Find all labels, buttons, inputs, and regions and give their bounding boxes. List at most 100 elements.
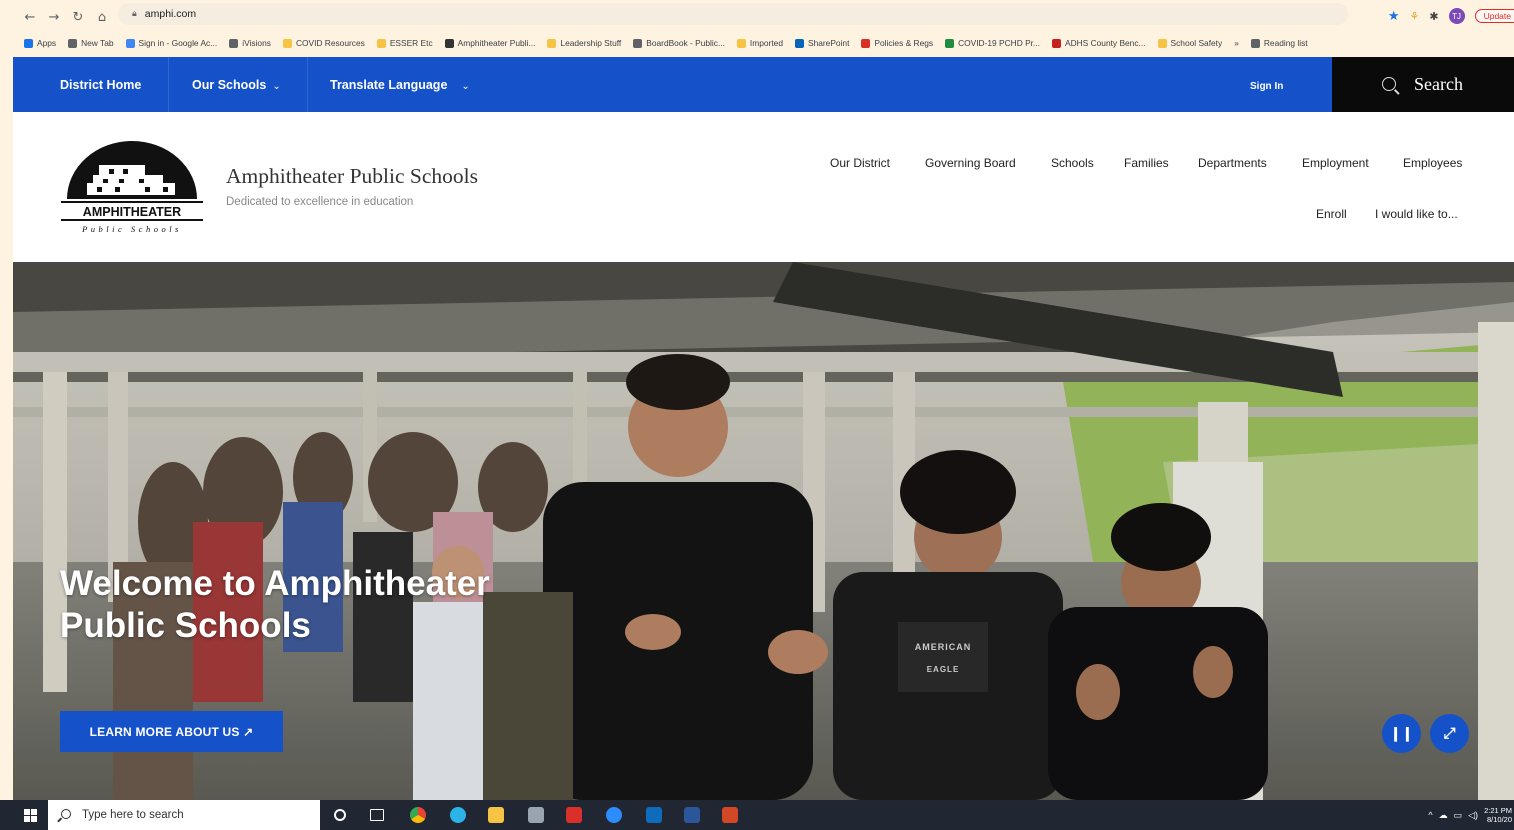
edge-icon[interactable] bbox=[450, 807, 466, 823]
acrobat-icon[interactable] bbox=[566, 807, 582, 823]
search-label: Search bbox=[1414, 74, 1463, 94]
translate-label: Translate Language bbox=[330, 78, 448, 92]
expand-icon: ⤢ bbox=[1443, 725, 1456, 742]
task-view-icon[interactable] bbox=[370, 809, 384, 821]
bookmark-item[interactable]: COVID Resources bbox=[282, 38, 365, 48]
lock-icon: 🔒︎ bbox=[132, 9, 137, 19]
file-explorer-icon[interactable] bbox=[488, 807, 504, 823]
cortana-icon[interactable] bbox=[334, 809, 346, 821]
bookmark-icon bbox=[282, 38, 292, 48]
translate-dropdown[interactable]: Translate Language ⌄ bbox=[330, 78, 470, 92]
bookmark-icon bbox=[444, 38, 454, 48]
chevron-down-icon: ⌄ bbox=[272, 81, 281, 92]
bookmark-label: Leadership Stuff bbox=[560, 38, 622, 48]
divider bbox=[168, 57, 169, 112]
chevron-up-icon[interactable]: ^ bbox=[1428, 810, 1432, 820]
nav-schools[interactable]: Schools bbox=[1051, 156, 1094, 170]
volume-icon[interactable]: ◁) bbox=[1468, 810, 1478, 821]
bookmark-item[interactable]: COVID-19 PCHD Pr... bbox=[945, 38, 1040, 48]
update-button[interactable]: Update bbox=[1474, 9, 1514, 23]
bookmark-label: iVisions bbox=[242, 38, 271, 48]
bookmark-item[interactable]: Leadership Stuff bbox=[547, 38, 621, 48]
windows-start-icon[interactable] bbox=[24, 809, 37, 822]
bookmark-label: BoardBook - Public... bbox=[646, 38, 725, 48]
sign-in-link[interactable]: Sign In bbox=[1250, 81, 1283, 92]
nav-families[interactable]: Families bbox=[1124, 156, 1169, 170]
reload-icon[interactable]: ↻ bbox=[66, 6, 90, 28]
hero-title: Welcome to Amphitheater Public Schools bbox=[60, 564, 490, 645]
site-tagline: Dedicated to excellence in education bbox=[226, 196, 414, 208]
bookmark-icon bbox=[376, 38, 386, 48]
utility-bar: District Home Our Schools ⌄ Translate Lan… bbox=[13, 57, 1514, 112]
pause-button[interactable]: ❙❙ bbox=[1382, 714, 1421, 753]
address-bar[interactable]: 🔒︎ amphi.com bbox=[118, 3, 1348, 25]
system-tray: ^ ☁ ▭ ◁) 2:21 PM 8/10/20 bbox=[1428, 800, 1514, 830]
chrome-icon[interactable] bbox=[410, 807, 426, 823]
learn-more-button[interactable]: LEARN MORE ABOUT US ↗ bbox=[60, 711, 283, 752]
zoom-icon[interactable] bbox=[606, 807, 622, 823]
forward-icon[interactable]: → bbox=[42, 6, 66, 28]
bookmark-label: COVID-19 PCHD Pr... bbox=[958, 38, 1040, 48]
nav-employment[interactable]: Employment bbox=[1302, 156, 1369, 170]
calculator-icon[interactable] bbox=[528, 807, 544, 823]
nav-governing-board[interactable]: Governing Board bbox=[925, 156, 1016, 170]
word-icon[interactable] bbox=[684, 807, 700, 823]
our-schools-dropdown[interactable]: Our Schools ⌄ bbox=[192, 78, 281, 92]
outlook-icon[interactable] bbox=[646, 807, 662, 823]
bookmark-icon bbox=[794, 38, 804, 48]
bookmark-label: ESSER Etc bbox=[389, 38, 433, 48]
bookmark-label: SharePoint bbox=[807, 38, 850, 48]
bookmark-icon bbox=[24, 38, 33, 48]
bookmark-label: New Tab bbox=[81, 38, 114, 48]
onedrive-icon[interactable]: ☁ bbox=[1439, 810, 1448, 821]
nav-enroll[interactable]: Enroll bbox=[1316, 207, 1347, 221]
bookmark-item[interactable]: iVisions bbox=[229, 38, 271, 48]
bookmark-item[interactable]: Apps bbox=[24, 38, 56, 48]
bookmark-label: Reading list bbox=[1263, 38, 1308, 48]
bookmark-item[interactable]: ADHS County Benc... bbox=[1051, 38, 1146, 48]
expand-video-button[interactable]: ⤢ bbox=[1430, 714, 1469, 753]
bookmark-label: COVID Resources bbox=[295, 38, 365, 48]
search-button[interactable]: Search bbox=[1332, 57, 1514, 112]
bookmark-item[interactable]: BoardBook - Public... bbox=[633, 38, 725, 48]
logo-subtext: Public Schools bbox=[81, 224, 182, 234]
bookmark-item[interactable]: Sign in - Google Ac... bbox=[125, 38, 217, 48]
nav-employees[interactable]: Employees bbox=[1403, 156, 1462, 170]
bookmark-item[interactable]: New Tab bbox=[68, 38, 114, 48]
browser-toolbar-right: ★ ⚘ ✱ TJ Update bbox=[1388, 5, 1514, 27]
bookmark-icon bbox=[229, 38, 239, 48]
bookmark-item[interactable]: Policies & Regs bbox=[861, 38, 933, 48]
taskbar-search-placeholder: Type here to search bbox=[82, 809, 184, 821]
search-icon bbox=[61, 809, 71, 819]
puzzle-icon[interactable]: ✱ bbox=[1429, 10, 1438, 23]
clock-date: 8/10/20 bbox=[1486, 815, 1512, 824]
url-text: amphi.com bbox=[144, 8, 197, 20]
district-home-link[interactable]: District Home bbox=[60, 78, 141, 92]
bookmark-label: Apps bbox=[37, 38, 57, 48]
bookmark-item[interactable]: Imported bbox=[736, 38, 783, 48]
bookmark-icon bbox=[945, 38, 955, 48]
bookmark-label: Policies & Regs bbox=[874, 38, 934, 48]
bookmark-item[interactable]: » bbox=[1234, 38, 1239, 48]
bookmark-star-icon[interactable]: ★ bbox=[1388, 9, 1400, 24]
home-icon[interactable]: ⌂ bbox=[90, 6, 114, 28]
bookmark-item[interactable]: Reading list bbox=[1250, 38, 1308, 48]
clock[interactable]: 2:21 PM 8/10/20 bbox=[1484, 806, 1512, 824]
district-logo[interactable]: AMPHITHEATER Public Schools bbox=[59, 139, 205, 239]
nav-departments[interactable]: Departments bbox=[1198, 156, 1267, 170]
extension-icon[interactable]: ⚘ bbox=[1409, 10, 1419, 23]
bookmark-item[interactable]: School Safety bbox=[1157, 38, 1222, 48]
bookmark-item[interactable]: ESSER Etc bbox=[376, 38, 433, 48]
powerpoint-icon[interactable] bbox=[722, 807, 738, 823]
bookmark-item[interactable]: Amphitheater Publi... bbox=[444, 38, 535, 48]
taskbar-search[interactable]: Type here to search bbox=[48, 800, 320, 830]
divider bbox=[307, 57, 308, 112]
nav-i-would-like-to[interactable]: I would like to... bbox=[1375, 207, 1458, 221]
profile-avatar[interactable]: TJ bbox=[1448, 8, 1465, 24]
nav-our-district[interactable]: Our District bbox=[830, 156, 890, 170]
bookmark-item[interactable]: SharePoint bbox=[794, 38, 850, 48]
network-icon[interactable]: ▭ bbox=[1454, 810, 1463, 821]
back-icon[interactable]: ← bbox=[18, 6, 42, 28]
website: District Home Our Schools ⌄ Translate Lan… bbox=[13, 57, 1514, 800]
site-title[interactable]: Amphitheater Public Schools bbox=[226, 164, 478, 189]
